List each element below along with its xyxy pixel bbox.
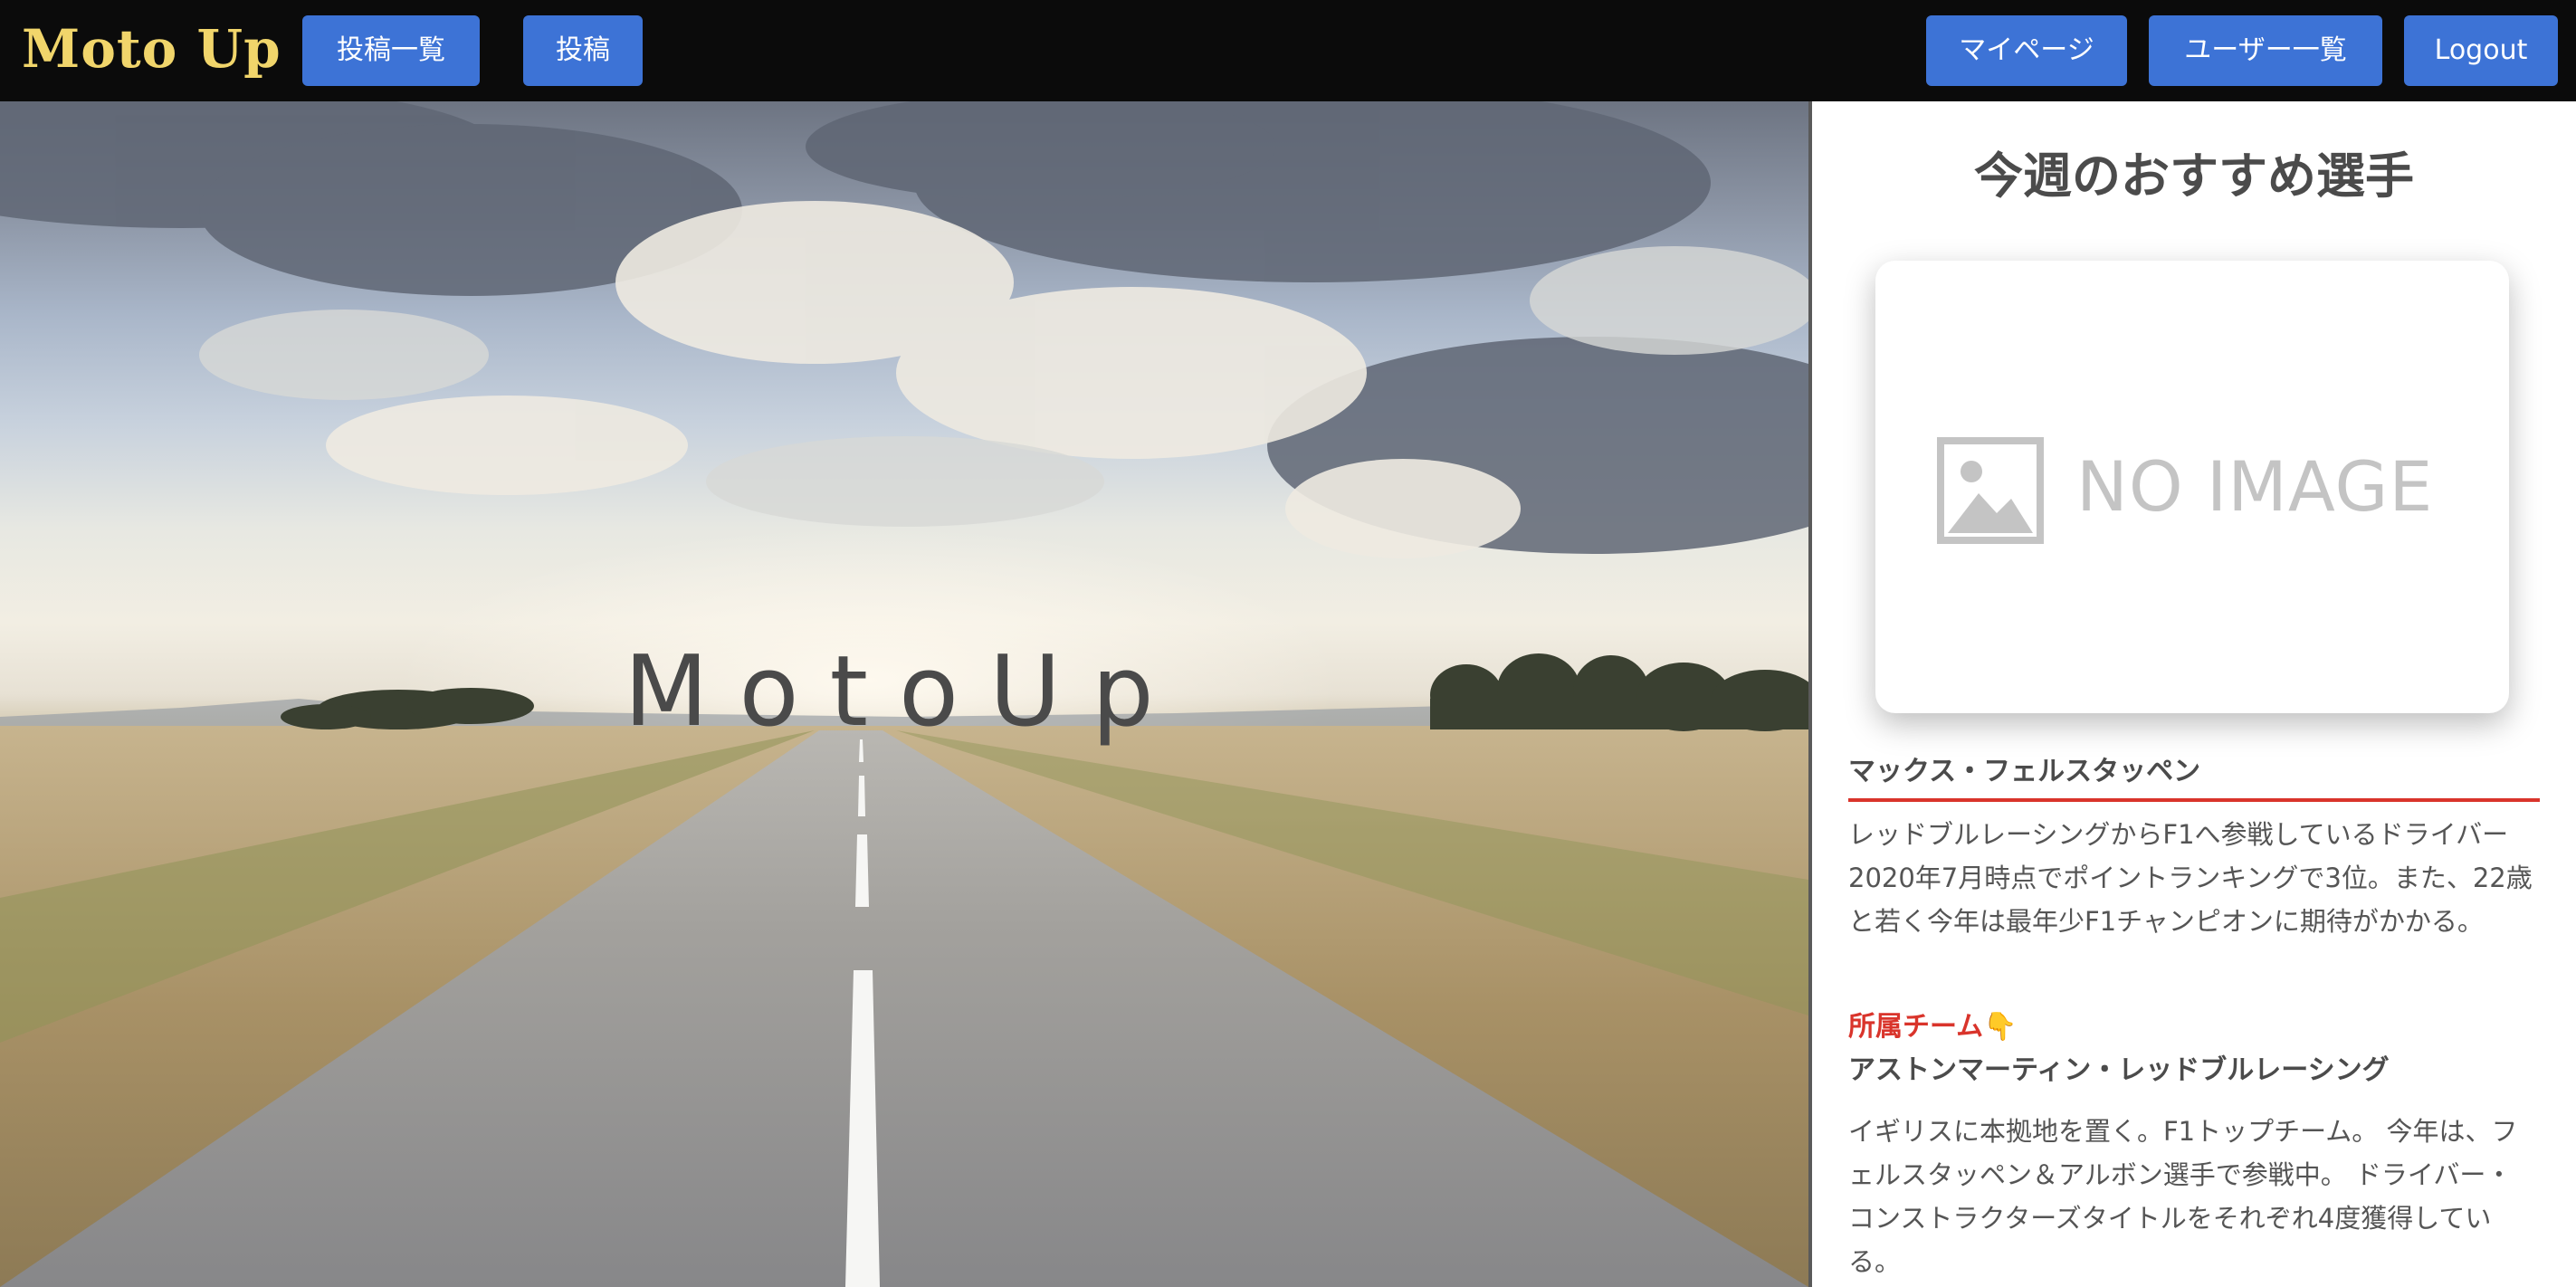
- team-label: 所属チーム👇: [1848, 1011, 2018, 1043]
- player-description: レッドブルレーシングからF1へ参戦しているドライバー 2020年7月時点でポイン…: [1848, 819, 2533, 937]
- recommended-player-panel: 今週のおすすめ選手 NO IMAGE マックス・フェルスタッペン レッドブルレー…: [1812, 101, 2576, 1287]
- team-name: アストンマーティン・レッドブルレーシング: [1848, 1054, 2390, 1086]
- site-logo[interactable]: Moto Up: [22, 13, 281, 85]
- top-navbar: Moto Up 投稿一覧 投稿 マイページ ユーザー一覧 Logout: [0, 0, 2576, 101]
- player-image-card: NO IMAGE: [1875, 261, 2509, 713]
- player-name: マックス・フェルスタッペン: [1848, 749, 2540, 802]
- no-image-label: NO IMAGE: [2076, 446, 2434, 527]
- mypage-button[interactable]: マイページ: [1926, 15, 2127, 86]
- panel-heading: 今週のおすすめ選手: [1974, 148, 2414, 205]
- logout-button[interactable]: Logout: [2404, 15, 2558, 86]
- new-post-button[interactable]: 投稿: [523, 15, 643, 86]
- team-description: イギリスに本拠地を置く。F1トップチーム。 今年は、フェルスタッペン＆アルボン選…: [1848, 1116, 2518, 1277]
- hero-image: MotoUp: [0, 101, 1808, 1287]
- hero-title: MotoUp: [624, 635, 1185, 748]
- user-list-button[interactable]: ユーザー一覧: [2149, 15, 2382, 86]
- post-list-button[interactable]: 投稿一覧: [302, 15, 480, 86]
- image-placeholder-icon: [1937, 437, 2044, 544]
